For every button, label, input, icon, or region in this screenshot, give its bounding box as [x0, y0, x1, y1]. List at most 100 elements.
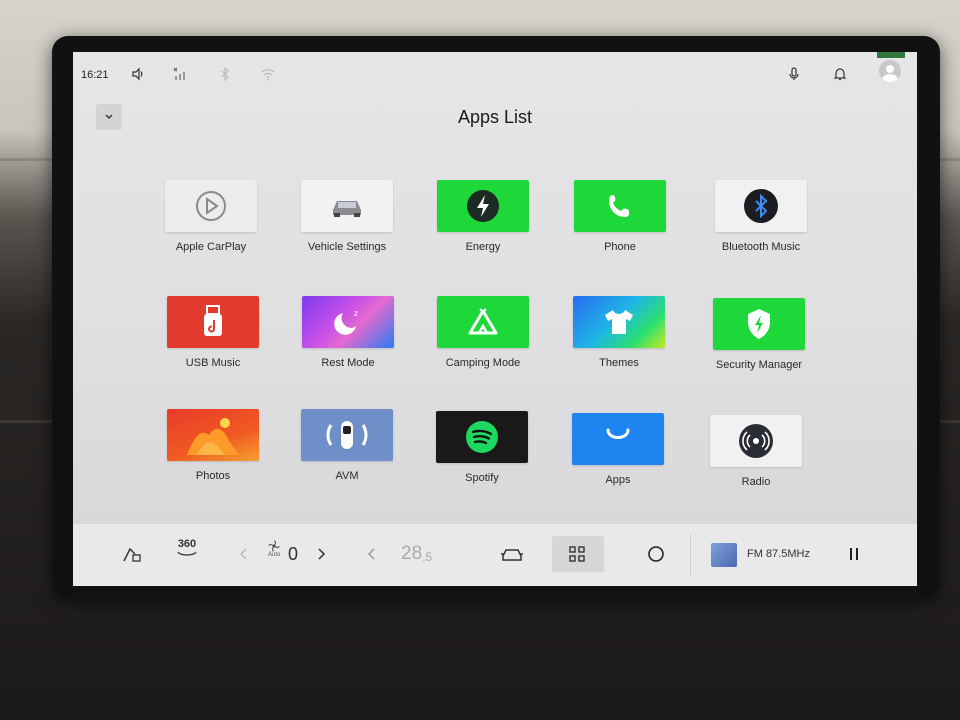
temperature-main: 28	[401, 543, 423, 564]
app-spotify[interactable]: Spotify	[427, 411, 537, 484]
svg-text:z: z	[354, 309, 358, 318]
steering-lock-icon	[123, 547, 141, 562]
shield-icon	[748, 309, 770, 339]
pause-icon	[850, 548, 858, 560]
notification-bell-icon[interactable]	[831, 65, 849, 83]
appstore-icon	[606, 428, 630, 439]
apps-grid-button[interactable]	[568, 542, 586, 566]
photos-icon	[187, 418, 239, 455]
app-apple-carplay[interactable]: Apple CarPlay	[156, 180, 266, 253]
app-label: Bluetooth Music	[721, 241, 801, 253]
page-title: Apps List	[457, 107, 533, 127]
app-label: Apple CarPlay	[175, 241, 247, 253]
microphone-icon[interactable]	[785, 65, 803, 83]
chevron-left-icon	[239, 548, 247, 560]
app-tile	[301, 180, 393, 232]
media-station[interactable]: FM 87.5MHz	[747, 542, 810, 566]
app-label: Security Manager	[715, 359, 803, 371]
radio-icon	[739, 424, 773, 458]
fan-mode-indicator: Auto	[268, 540, 280, 564]
rotate-icon	[177, 551, 197, 556]
infotainment-screen: 16:21 Apps List Apple CarPlay Vehicle Se…	[73, 52, 917, 586]
temp-decrease-button[interactable]	[367, 542, 377, 566]
dock-divider	[690, 534, 691, 576]
tshirt-icon	[605, 310, 633, 334]
car-icon	[333, 201, 361, 217]
pause-button[interactable]	[847, 542, 861, 566]
moon-icon: z	[334, 309, 358, 335]
chevron-left-icon	[367, 548, 375, 560]
app-tile	[167, 409, 259, 461]
app-bluetooth-music[interactable]: Bluetooth Music	[706, 180, 816, 253]
app-vehicle-settings[interactable]: Vehicle Settings	[292, 180, 402, 253]
app-tile	[573, 296, 665, 348]
media-album-art[interactable]	[711, 543, 737, 567]
app-label: Phone	[604, 241, 636, 253]
app-photos[interactable]: Photos	[158, 409, 268, 482]
app-label: Themes	[599, 357, 639, 369]
fan-level: 0	[288, 543, 299, 564]
app-camping-mode[interactable]: Camping Mode	[428, 296, 538, 369]
temperature-readout: 28 .5	[401, 542, 432, 566]
lightning-icon	[467, 190, 499, 222]
view-360-button[interactable]: 360	[176, 538, 198, 562]
status-indicator	[877, 52, 905, 58]
app-rest-mode[interactable]: z Rest Mode	[293, 296, 403, 369]
car-front-icon	[501, 549, 523, 561]
phone-icon	[609, 195, 629, 217]
app-avm[interactable]: AVM	[292, 409, 402, 482]
app-tile	[301, 409, 393, 461]
grid-icon	[569, 546, 585, 562]
app-tile	[165, 180, 257, 232]
tent-icon	[468, 308, 498, 335]
app-apps[interactable]: Apps	[563, 413, 673, 486]
app-label: Vehicle Settings	[307, 241, 387, 253]
app-label: AVM	[335, 470, 359, 482]
app-phone[interactable]: Phone	[565, 180, 675, 253]
play-icon	[196, 191, 226, 221]
app-radio[interactable]: Radio	[701, 415, 811, 488]
drive-mode-button[interactable]	[121, 542, 143, 566]
app-tile	[713, 298, 805, 350]
app-tile: z	[302, 296, 394, 348]
app-tile	[436, 411, 528, 463]
wifi-icon	[259, 65, 277, 83]
app-usb-music[interactable]: USB Music	[158, 296, 268, 369]
bottom-dock: 360 Auto 0 28 .5 FM 87.5MHz	[73, 523, 917, 586]
app-label: Apps	[605, 474, 631, 486]
app-energy[interactable]: Energy	[428, 180, 538, 253]
app-label: Spotify	[465, 472, 499, 484]
home-button[interactable]	[647, 542, 665, 566]
avm-icon	[326, 421, 368, 449]
user-avatar-icon[interactable]	[879, 60, 901, 82]
app-security-manager[interactable]: Security Manager	[704, 298, 814, 371]
clock: 16:21	[81, 69, 109, 81]
fan-increase-button[interactable]	[316, 542, 326, 566]
app-tile	[574, 180, 666, 232]
app-tile	[167, 296, 259, 348]
app-label: Photos	[195, 470, 231, 482]
vehicle-view-button[interactable]	[500, 542, 524, 566]
app-label: USB Music	[185, 357, 241, 369]
chevron-right-icon	[318, 548, 326, 560]
cellular-signal-icon	[171, 65, 189, 83]
app-tile	[572, 413, 664, 465]
speaker-icon[interactable]	[129, 65, 147, 83]
bluetooth-icon	[744, 189, 778, 223]
temperature-decimal: .5	[422, 550, 433, 564]
app-themes[interactable]: Themes	[564, 296, 674, 369]
home-circle-icon	[648, 546, 664, 562]
app-tile	[437, 180, 529, 232]
app-tile	[715, 180, 807, 232]
fan-decrease-button[interactable]	[239, 542, 249, 566]
app-label: Rest Mode	[321, 357, 375, 369]
bluetooth-status-icon	[216, 65, 234, 83]
view-360-label: 360	[177, 538, 197, 550]
app-label: Camping Mode	[445, 357, 521, 369]
app-tile	[437, 296, 529, 348]
status-bar: 16:21	[73, 52, 917, 96]
usb-icon	[204, 305, 222, 336]
fan-icon	[268, 540, 280, 552]
app-label: Energy	[465, 241, 501, 253]
fan-mode-label: Auto	[268, 552, 281, 558]
